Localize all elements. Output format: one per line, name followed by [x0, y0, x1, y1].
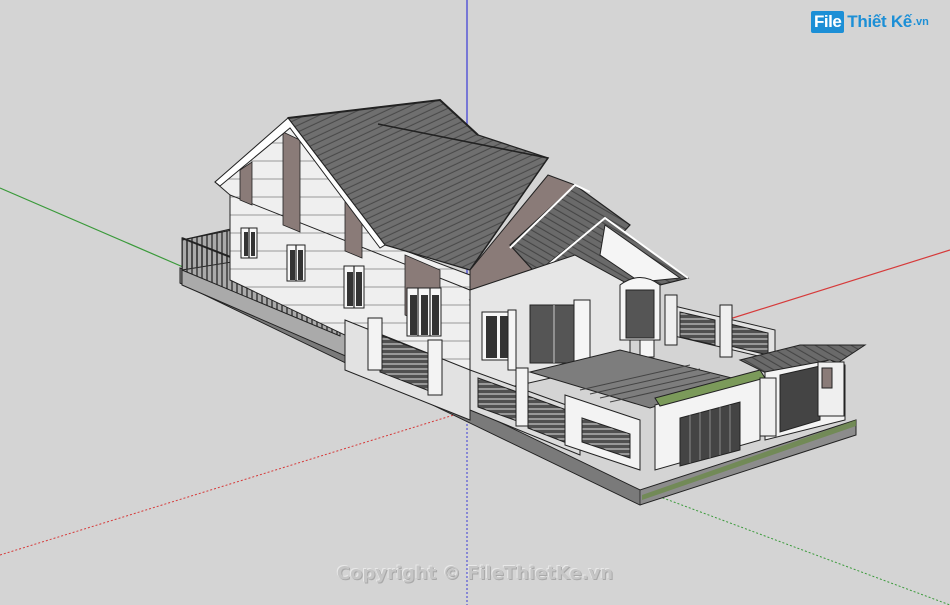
filethietke-logo: File Thiết Kế .vn: [811, 11, 929, 33]
house-model[interactable]: [179, 98, 867, 506]
logo-file-box: File: [811, 11, 845, 33]
copyright-watermark: Copyright © FileThietKe.vn: [336, 563, 614, 584]
logo-domain-text: .vn: [912, 16, 929, 28]
logo-brand-text: Thiết Kế: [847, 12, 912, 31]
modeling-viewport[interactable]: [0, 0, 950, 605]
